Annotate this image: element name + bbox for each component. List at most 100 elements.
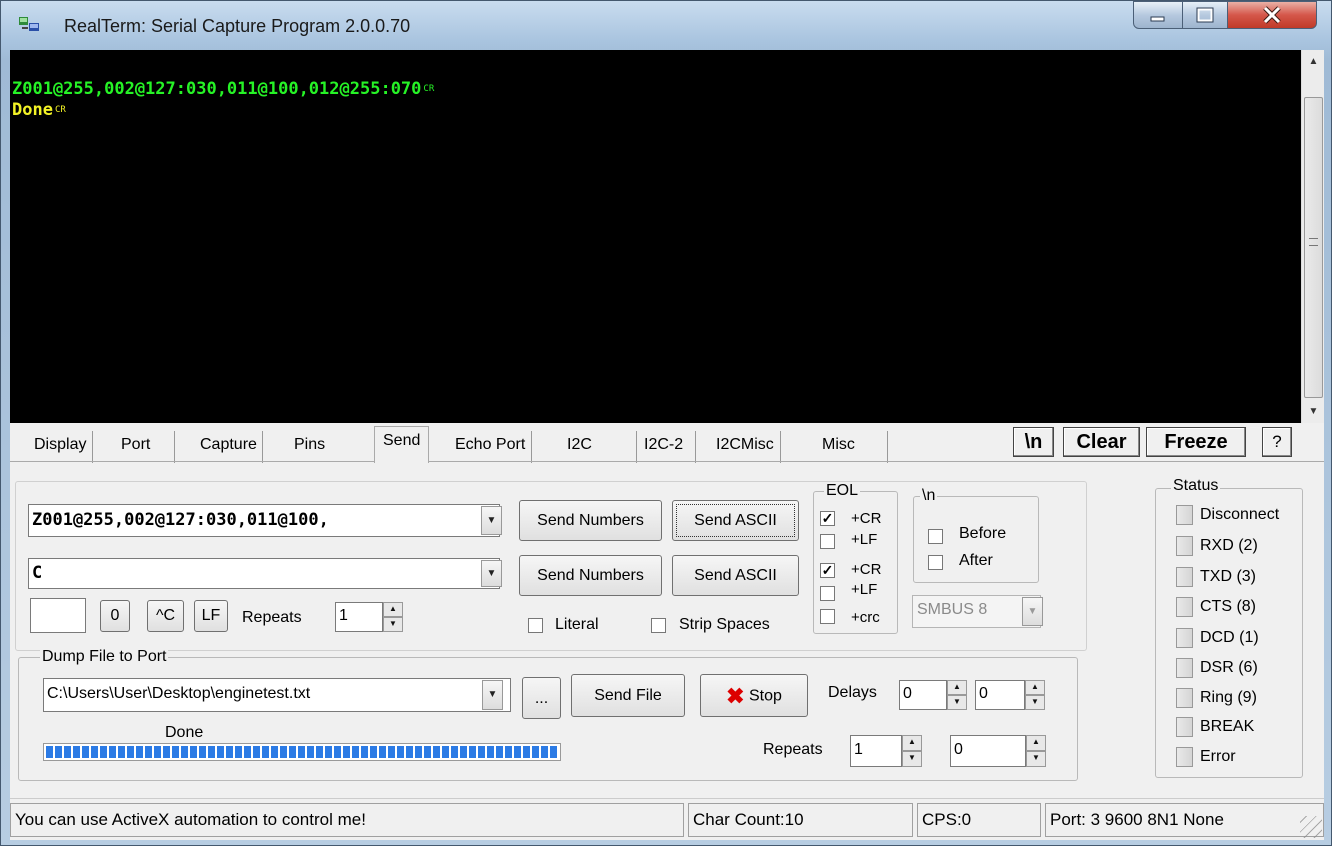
char-input[interactable] xyxy=(30,598,86,633)
send-zero-button[interactable]: 0 xyxy=(100,600,130,632)
send-line2-input[interactable]: C xyxy=(28,558,500,589)
status-item-break: BREAK xyxy=(1200,718,1255,735)
maximize-button[interactable] xyxy=(1182,1,1228,29)
chevron-down-icon[interactable]: ▼ xyxy=(481,506,502,535)
spin-up-icon[interactable]: ▲ xyxy=(902,735,922,751)
scrollbar-thumb[interactable] xyxy=(1304,97,1323,398)
dump-progress-bar xyxy=(43,743,561,761)
scroll-down-icon[interactable]: ▼ xyxy=(1302,400,1325,423)
status-title: Status xyxy=(1171,477,1221,495)
terminal-line: Done CR xyxy=(12,100,434,121)
help-button[interactable]: ? xyxy=(1262,427,1292,457)
tab-i2cmisc[interactable]: I2CMisc xyxy=(716,431,781,463)
eol-crc-checkbox[interactable] xyxy=(820,609,835,624)
spin-up-icon[interactable]: ▲ xyxy=(1026,735,1046,751)
send-line1-input[interactable]: Z001@255,002@127:030,011@100, xyxy=(28,504,500,537)
chevron-down-icon[interactable]: ▼ xyxy=(481,560,502,587)
title-bar[interactable]: RealTerm: Serial Capture Program 2.0.0.7… xyxy=(1,1,1332,51)
before-checkbox[interactable] xyxy=(928,529,943,544)
send-numbers-button-1[interactable]: Send Numbers xyxy=(519,500,662,541)
literal-label: Literal xyxy=(555,616,599,633)
chevron-down-icon[interactable]: ▼ xyxy=(1022,597,1043,626)
resize-grip-icon[interactable] xyxy=(1300,816,1322,838)
terminal-line-text: Z001@255,002@127:030,011@100,012@255:070 xyxy=(12,79,422,99)
send-lf-button[interactable]: LF xyxy=(194,600,228,632)
status-led xyxy=(1176,567,1193,587)
chevron-down-icon[interactable]: ▼ xyxy=(482,680,503,710)
tab-misc[interactable]: Misc xyxy=(822,431,888,463)
send-ascii-button-2[interactable]: Send ASCII xyxy=(672,555,799,596)
status-led xyxy=(1176,747,1193,767)
terminal-display[interactable]: Z001@255,002@127:030,011@100,012@255:070… xyxy=(10,50,1324,423)
send-ascii-button-1[interactable]: Send ASCII xyxy=(672,500,799,541)
tab-i2c[interactable]: I2C xyxy=(567,431,637,463)
eol-option-label: +LF xyxy=(851,581,878,598)
spin-down-icon[interactable]: ▼ xyxy=(1025,695,1045,710)
delay2-input[interactable]: 0 xyxy=(975,680,1025,710)
eol-cr-checkbox-2[interactable]: ✓ xyxy=(820,563,835,578)
after-checkbox[interactable] xyxy=(928,555,943,570)
after-label: After xyxy=(959,552,993,569)
window-title: RealTerm: Serial Capture Program 2.0.0.7… xyxy=(64,16,411,36)
spin-down-icon[interactable]: ▼ xyxy=(902,751,922,767)
cps-readout: CPS:0 xyxy=(917,803,1041,837)
status-bar: You can use ActiveX automation to contro… xyxy=(10,798,1324,840)
eol-cr-checkbox-1[interactable]: ✓ xyxy=(820,511,835,526)
status-message: You can use ActiveX automation to contro… xyxy=(10,803,684,837)
spin-up-icon[interactable]: ▲ xyxy=(1025,680,1045,695)
close-icon xyxy=(1263,6,1281,24)
eol-option-label: +crc xyxy=(851,609,880,626)
freeze-button[interactable]: Freeze xyxy=(1146,427,1246,457)
newline-button[interactable]: \n xyxy=(1013,427,1054,457)
tab-send[interactable]: Send xyxy=(374,426,430,463)
spin-down-icon[interactable]: ▼ xyxy=(1026,751,1046,767)
browse-button[interactable]: ... xyxy=(522,677,561,719)
cr-glyph: CR xyxy=(54,105,66,115)
cr-glyph: CR xyxy=(423,84,435,94)
spin-down-icon[interactable]: ▼ xyxy=(383,617,403,632)
dump-repeats2-input[interactable]: 0 xyxy=(950,735,1026,767)
send-numbers-button-2[interactable]: Send Numbers xyxy=(519,555,662,596)
status-item-error: Error xyxy=(1200,748,1236,765)
clear-button[interactable]: Clear xyxy=(1063,427,1140,457)
send-file-button[interactable]: Send File xyxy=(571,674,685,717)
status-led xyxy=(1176,628,1193,648)
eol-lf-checkbox-1[interactable] xyxy=(820,534,835,549)
eol-option-label: +LF xyxy=(851,531,878,548)
dump-repeats1-input[interactable]: 1 xyxy=(850,735,902,767)
vertical-scrollbar[interactable]: ▲ ▼ xyxy=(1301,50,1324,423)
minimize-button[interactable] xyxy=(1133,1,1183,29)
tab-echo-port[interactable]: Echo Port xyxy=(455,431,533,463)
dump-repeats-label: Repeats xyxy=(763,741,823,758)
close-button[interactable] xyxy=(1227,1,1317,29)
send-ctrl-c-button[interactable]: ^C xyxy=(147,600,184,632)
status-item-rxd: RXD (2) xyxy=(1200,537,1258,554)
tab-port[interactable]: Port xyxy=(121,431,176,463)
eol-lf-checkbox-2[interactable] xyxy=(820,586,835,601)
before-label: Before xyxy=(959,525,1007,542)
status-item-dsr: DSR (6) xyxy=(1200,659,1258,676)
tab-i2c-2[interactable]: I2C-2 xyxy=(644,431,697,463)
literal-checkbox[interactable] xyxy=(528,618,543,633)
stop-button[interactable]: ✖ Stop xyxy=(700,674,808,717)
dump-file-path-input[interactable]: C:\Users\User\Desktop\enginetest.txt xyxy=(43,678,511,712)
repeats-input[interactable]: 1 xyxy=(335,602,383,632)
status-led xyxy=(1176,505,1193,525)
status-item-dcd: DCD (1) xyxy=(1200,629,1259,646)
spin-down-icon[interactable]: ▼ xyxy=(947,695,967,710)
tab-pins[interactable]: Pins xyxy=(294,431,325,463)
status-led xyxy=(1176,688,1193,708)
status-led xyxy=(1176,597,1193,617)
eol-option-label: +CR xyxy=(851,561,882,578)
status-led xyxy=(1176,536,1193,556)
status-led xyxy=(1176,717,1193,737)
strip-spaces-checkbox[interactable] xyxy=(651,618,666,633)
spin-up-icon[interactable]: ▲ xyxy=(947,680,967,695)
status-item-cts: CTS (8) xyxy=(1200,598,1256,615)
scroll-up-icon[interactable]: ▲ xyxy=(1302,50,1325,73)
spin-up-icon[interactable]: ▲ xyxy=(383,602,403,617)
delay1-input[interactable]: 0 xyxy=(899,680,947,710)
tab-display[interactable]: Display xyxy=(34,431,94,463)
tab-capture[interactable]: Capture xyxy=(200,431,263,463)
app-window: RealTerm: Serial Capture Program 2.0.0.7… xyxy=(0,0,1332,846)
